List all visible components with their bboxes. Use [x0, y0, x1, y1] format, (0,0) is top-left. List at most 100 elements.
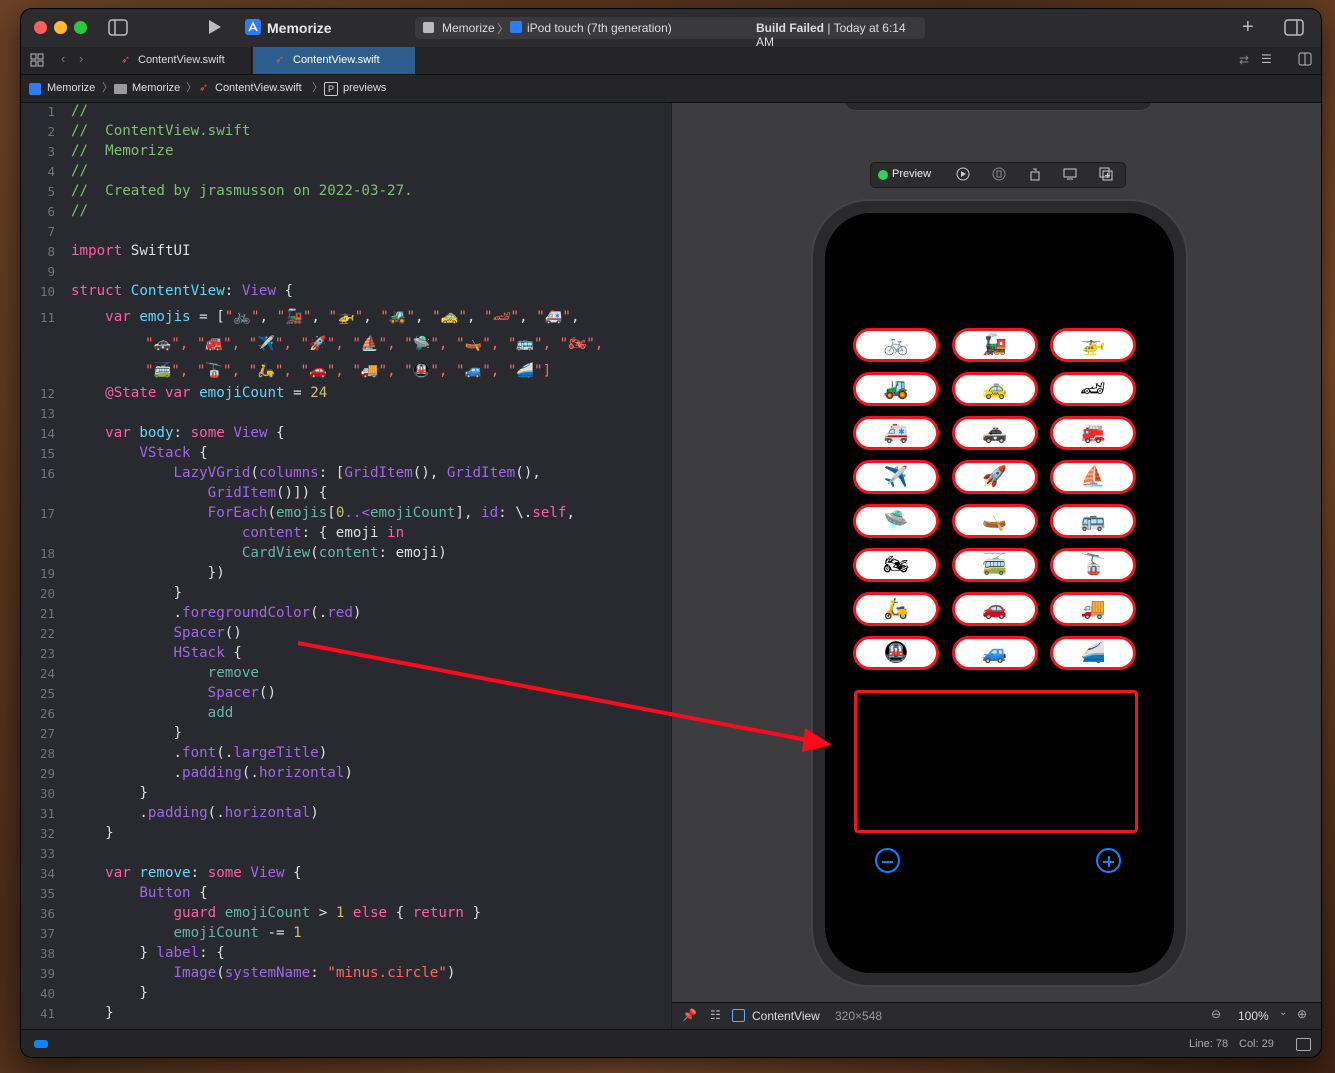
code-token: .	[71, 765, 183, 781]
emoji-card[interactable]: 🚌	[1050, 504, 1136, 538]
editor-options-icon[interactable]: ☰	[1261, 52, 1272, 66]
code-line: //	[71, 203, 89, 219]
emoji-card[interactable]: 🚲	[853, 328, 939, 362]
emoji-card[interactable]: 🏎	[1050, 372, 1136, 406]
emoji-card[interactable]: ⛵️	[1050, 460, 1136, 494]
variants-icon[interactable]: ☷	[710, 1008, 721, 1022]
device-settings-icon[interactable]	[1063, 167, 1077, 186]
navigator-toggle-icon[interactable]	[108, 19, 128, 41]
emoji-card[interactable]: ✈️	[853, 460, 939, 494]
plus-circle-button[interactable]	[1096, 848, 1121, 873]
emoji-card[interactable]: 🚕	[951, 372, 1038, 406]
zoom-in-icon[interactable]: ⊕	[1297, 1007, 1307, 1021]
line-number: 39	[39, 966, 55, 981]
rotate-icon[interactable]	[1028, 167, 1042, 186]
emoji-card[interactable]: 🛸	[853, 504, 939, 538]
code-token: ..<	[344, 505, 370, 521]
code-token: >	[310, 905, 336, 921]
live-status-icon	[878, 170, 888, 180]
emoji-card[interactable]: 🏍	[853, 548, 939, 582]
emoji-card[interactable]: 🚄	[1050, 636, 1136, 670]
line-number: 8	[47, 244, 55, 259]
breadcrumb-project[interactable]: Memorize	[47, 75, 95, 102]
emoji-card[interactable]: 🚡	[1050, 548, 1136, 582]
code-token: label	[156, 945, 200, 961]
code-token: =	[284, 385, 311, 401]
scheme-device[interactable]: iPod touch (7th generation)	[527, 21, 672, 35]
preview-label[interactable]: Preview	[892, 168, 931, 180]
forward-icon[interactable]: ›	[79, 51, 83, 66]
emoji-card[interactable]: 🚑	[853, 416, 939, 450]
code-token: ContentView	[122, 283, 225, 299]
code-token: {	[190, 885, 208, 901]
line-number: 33	[39, 846, 55, 861]
pin-icon[interactable]: 📌	[682, 1008, 697, 1022]
breadcrumb-group[interactable]: Memorize	[132, 75, 180, 102]
duplicate-icon[interactable]	[1099, 167, 1113, 186]
back-icon[interactable]: ‹	[61, 51, 65, 66]
build-status: Build Failed | Today at 6:14 AM	[756, 21, 925, 49]
code-token: padding	[182, 765, 242, 781]
run-icon[interactable]	[208, 19, 222, 40]
breadcrumb-symbol[interactable]: previews	[343, 75, 386, 102]
emoji-card[interactable]: 🛵	[853, 592, 939, 626]
code-line: // Memorize	[71, 143, 174, 159]
code-token: "🚲"	[224, 309, 260, 325]
zoom-window-button[interactable]	[74, 21, 87, 34]
chevron-down-icon[interactable]: ⌄	[1279, 1007, 1287, 1018]
emoji-card[interactable]: 🚇	[853, 636, 939, 670]
code-token: 1	[293, 925, 302, 941]
tab-contentview-1[interactable]: ➶ ContentView.swift	[99, 47, 252, 74]
inspector-toggle-icon[interactable]	[1284, 19, 1304, 41]
code-line: HStack {	[71, 645, 241, 661]
source-editor[interactable]: 1 2 3 4 5 6 7 8 9 10 11 12 13 14 15 16 17 18 19 20 21 22 23 24 2…	[21, 103, 671, 1029]
panel-toggle-icon[interactable]	[1296, 1038, 1311, 1051]
emoji-card[interactable]: 🚎	[951, 548, 1038, 582]
code-token: (	[216, 965, 225, 981]
scheme-project[interactable]: Memorize	[442, 21, 495, 35]
debug-area-toggle-icon[interactable]	[34, 1040, 48, 1048]
code-token: ForEach	[71, 505, 268, 521]
emoji-card[interactable]: 🚒	[1050, 416, 1136, 450]
live-preview-icon[interactable]	[956, 167, 970, 186]
selectable-icon[interactable]	[992, 167, 1006, 186]
code-line-wrap: content: { emoji in	[71, 525, 404, 541]
code-token: (),	[515, 465, 541, 481]
related-items-icon[interactable]: ⇄	[1239, 53, 1249, 67]
line-number: 3	[47, 144, 55, 159]
emoji-card[interactable]: 🚙	[951, 636, 1038, 670]
code-token: )	[310, 805, 319, 821]
tab-contentview-2[interactable]: ➶ ContentView.swift	[253, 47, 415, 74]
cursor-col: Col: 29	[1239, 1038, 1274, 1050]
build-status-result: Build Failed	[756, 21, 825, 35]
breadcrumb-file[interactable]: ContentView.swift	[215, 75, 302, 102]
zoom-out-icon[interactable]: ⊖	[1211, 1007, 1221, 1021]
emoji-card[interactable]: 🚚	[1050, 592, 1136, 626]
emoji-card[interactable]: 🛶	[951, 504, 1038, 538]
emoji-card[interactable]: 🚓	[951, 416, 1038, 450]
zoom-level[interactable]: 100%	[1238, 1009, 1269, 1023]
code-token: ,	[363, 309, 381, 325]
line-number: 18	[39, 546, 55, 561]
grid-icon[interactable]	[30, 53, 44, 72]
emoji-card[interactable]: 🚁	[1050, 328, 1136, 362]
emoji-card[interactable]: 🚜	[853, 372, 939, 406]
code-line: //	[71, 163, 89, 179]
code-token: :	[310, 965, 328, 981]
code-token: ,	[570, 309, 580, 325]
close-window-button[interactable]	[34, 21, 47, 34]
code-token: some	[207, 865, 242, 881]
emoji-card[interactable]: 🚗	[951, 592, 1038, 626]
minimize-window-button[interactable]	[54, 21, 67, 34]
scheme-activity-bar[interactable]: Memorize 〉 iPod touch (7th generation) B…	[415, 17, 925, 49]
line-number: 12	[39, 386, 55, 401]
emoji-card[interactable]: 🚀	[951, 460, 1038, 494]
line-number-gutter: 1 2 3 4 5 6 7 8 9 10 11 12 13 14 15 16 17 18 19 20 21 22 23 24 2…	[21, 103, 61, 1029]
emoji-card[interactable]: 🚂	[951, 328, 1038, 362]
split-editor-icon[interactable]	[1298, 52, 1312, 71]
tab-label: ContentView.swift	[138, 54, 225, 66]
minus-circle-button[interactable]	[875, 848, 900, 873]
code-token: body	[130, 425, 174, 441]
code-token: HStack	[71, 645, 225, 661]
add-icon[interactable]: +	[1242, 16, 1254, 39]
